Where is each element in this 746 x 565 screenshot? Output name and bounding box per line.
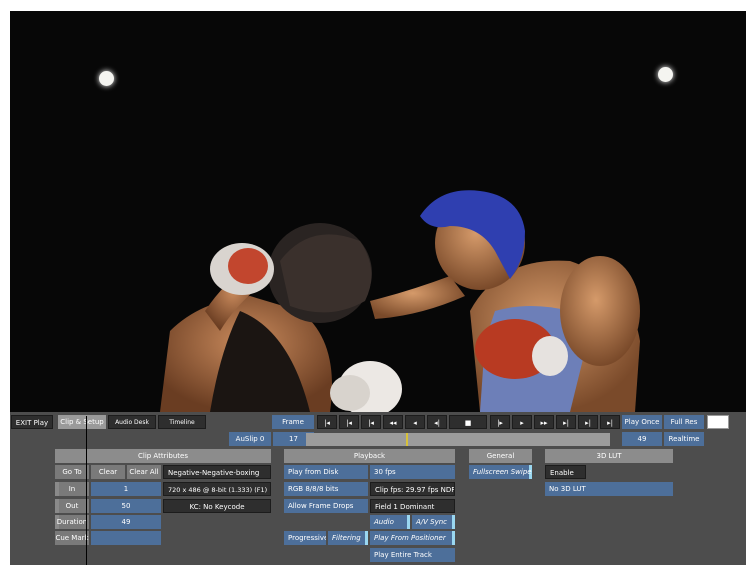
image-viewer: [10, 11, 746, 412]
exit-play-button[interactable]: EXIT Play: [11, 415, 53, 429]
timeline-scrubber[interactable]: [306, 433, 610, 446]
av-sync-toggle[interactable]: A/V Sync: [412, 515, 455, 529]
fast-forward-button[interactable]: ▸▸: [534, 415, 554, 429]
filtering-toggle[interactable]: Filtering: [328, 531, 368, 545]
full-res-button[interactable]: Full Res: [664, 415, 704, 429]
clear-button[interactable]: Clear: [91, 465, 125, 479]
play-from-disk-button[interactable]: Play from Disk: [284, 465, 368, 479]
play-reverse-icon: ◂: [413, 419, 417, 427]
fullscreen-swipe-toggle[interactable]: Fullscreen Swipe: [469, 465, 532, 479]
lut-enable-button[interactable]: Enable: [545, 465, 586, 479]
progressive-button[interactable]: Progressive: [284, 531, 326, 545]
field-dominance-field[interactable]: Field 1 Dominant: [370, 499, 455, 513]
clip-fps-field: Clip fps: 29.97 fps NDF: [370, 482, 455, 496]
tab-audio-desk[interactable]: Audio Desk: [108, 415, 156, 429]
fps-field[interactable]: 30 fps: [370, 465, 455, 479]
play-button[interactable]: ▸: [512, 415, 532, 429]
mouse-cursor-line: [86, 416, 87, 565]
tab-timeline[interactable]: Timeline: [158, 415, 206, 429]
allow-frame-drops-button[interactable]: Allow Frame Drops: [284, 499, 368, 513]
keycode-field: KC: No Keycode: [163, 499, 271, 513]
clear-all-button[interactable]: Clear All: [127, 465, 161, 479]
go-to-button[interactable]: Go To: [55, 465, 89, 479]
step-back-button[interactable]: ◂|: [427, 415, 447, 429]
rewind-button[interactable]: ◂◂: [383, 415, 403, 429]
go-to-start-button[interactable]: |◂: [317, 415, 337, 429]
play-reverse-button[interactable]: ◂: [405, 415, 425, 429]
next-cue-icon: ▸|: [563, 419, 569, 427]
prev-mark-icon: |◂: [346, 419, 352, 427]
general-header: General: [469, 449, 532, 463]
next-mark-button[interactable]: ▸|: [578, 415, 598, 429]
out-button[interactable]: Out: [55, 499, 89, 513]
step-forward-icon: |▸: [497, 419, 503, 427]
prev-mark-button[interactable]: |◂: [339, 415, 359, 429]
in-button[interactable]: In: [55, 482, 89, 496]
in-value-field[interactable]: 1: [91, 482, 161, 496]
next-mark-icon: ▸|: [585, 419, 591, 427]
frame-label: Frame: [272, 415, 314, 429]
play-icon: ▸: [520, 419, 524, 427]
end-frame-field[interactable]: 49: [622, 432, 662, 446]
playhead[interactable]: [406, 433, 408, 446]
boxing-frame-image: [160, 190, 640, 412]
rewind-icon: ◂◂: [389, 419, 397, 427]
play-from-positioner-toggle[interactable]: Play From Positioner: [370, 531, 455, 545]
play-once-button[interactable]: Play Once: [622, 415, 662, 429]
stop-button[interactable]: ■: [449, 415, 487, 429]
audio-toggle[interactable]: Audio: [370, 515, 410, 529]
rgb-bits-button[interactable]: RGB 8/8/8 bits: [284, 482, 368, 496]
lut-selector[interactable]: No 3D LUT: [545, 482, 673, 496]
step-back-icon: ◂|: [434, 419, 440, 427]
auslip-field[interactable]: AuSlip 0: [229, 432, 271, 446]
tab-clip-setup[interactable]: Clip & Setup: [58, 415, 106, 429]
step-forward-button[interactable]: |▸: [490, 415, 510, 429]
prev-cue-icon: |◂: [368, 419, 374, 427]
out-value-field[interactable]: 50: [91, 499, 161, 513]
cue-mark-field[interactable]: [91, 531, 161, 545]
cue-mark-button[interactable]: Cue Mark: [55, 531, 89, 545]
duration-value-field[interactable]: 49: [91, 515, 161, 529]
skip-to-start-icon: |◂: [324, 419, 330, 427]
go-to-end-button[interactable]: ▸|: [600, 415, 620, 429]
clip-attributes-header: Clip Attributes: [55, 449, 271, 463]
play-entire-track-button[interactable]: Play Entire Track: [370, 548, 455, 562]
lut-header: 3D LUT: [545, 449, 673, 463]
playback-header: Playback: [284, 449, 455, 463]
prev-cue-button[interactable]: |◂: [361, 415, 381, 429]
resolution-field: 720 x 486 @ 8-bit (1.333) (F1): [163, 482, 271, 496]
realtime-button[interactable]: Realtime: [664, 432, 704, 446]
duration-button[interactable]: Duration: [55, 515, 89, 529]
color-swatch[interactable]: [707, 415, 729, 429]
next-cue-button[interactable]: ▸|: [556, 415, 576, 429]
fast-forward-icon: ▸▸: [540, 419, 548, 427]
skip-to-end-icon: ▸|: [607, 419, 613, 427]
stop-icon: ■: [464, 419, 472, 427]
clip-name-field[interactable]: Negative-Negative-boxing: [163, 465, 271, 479]
